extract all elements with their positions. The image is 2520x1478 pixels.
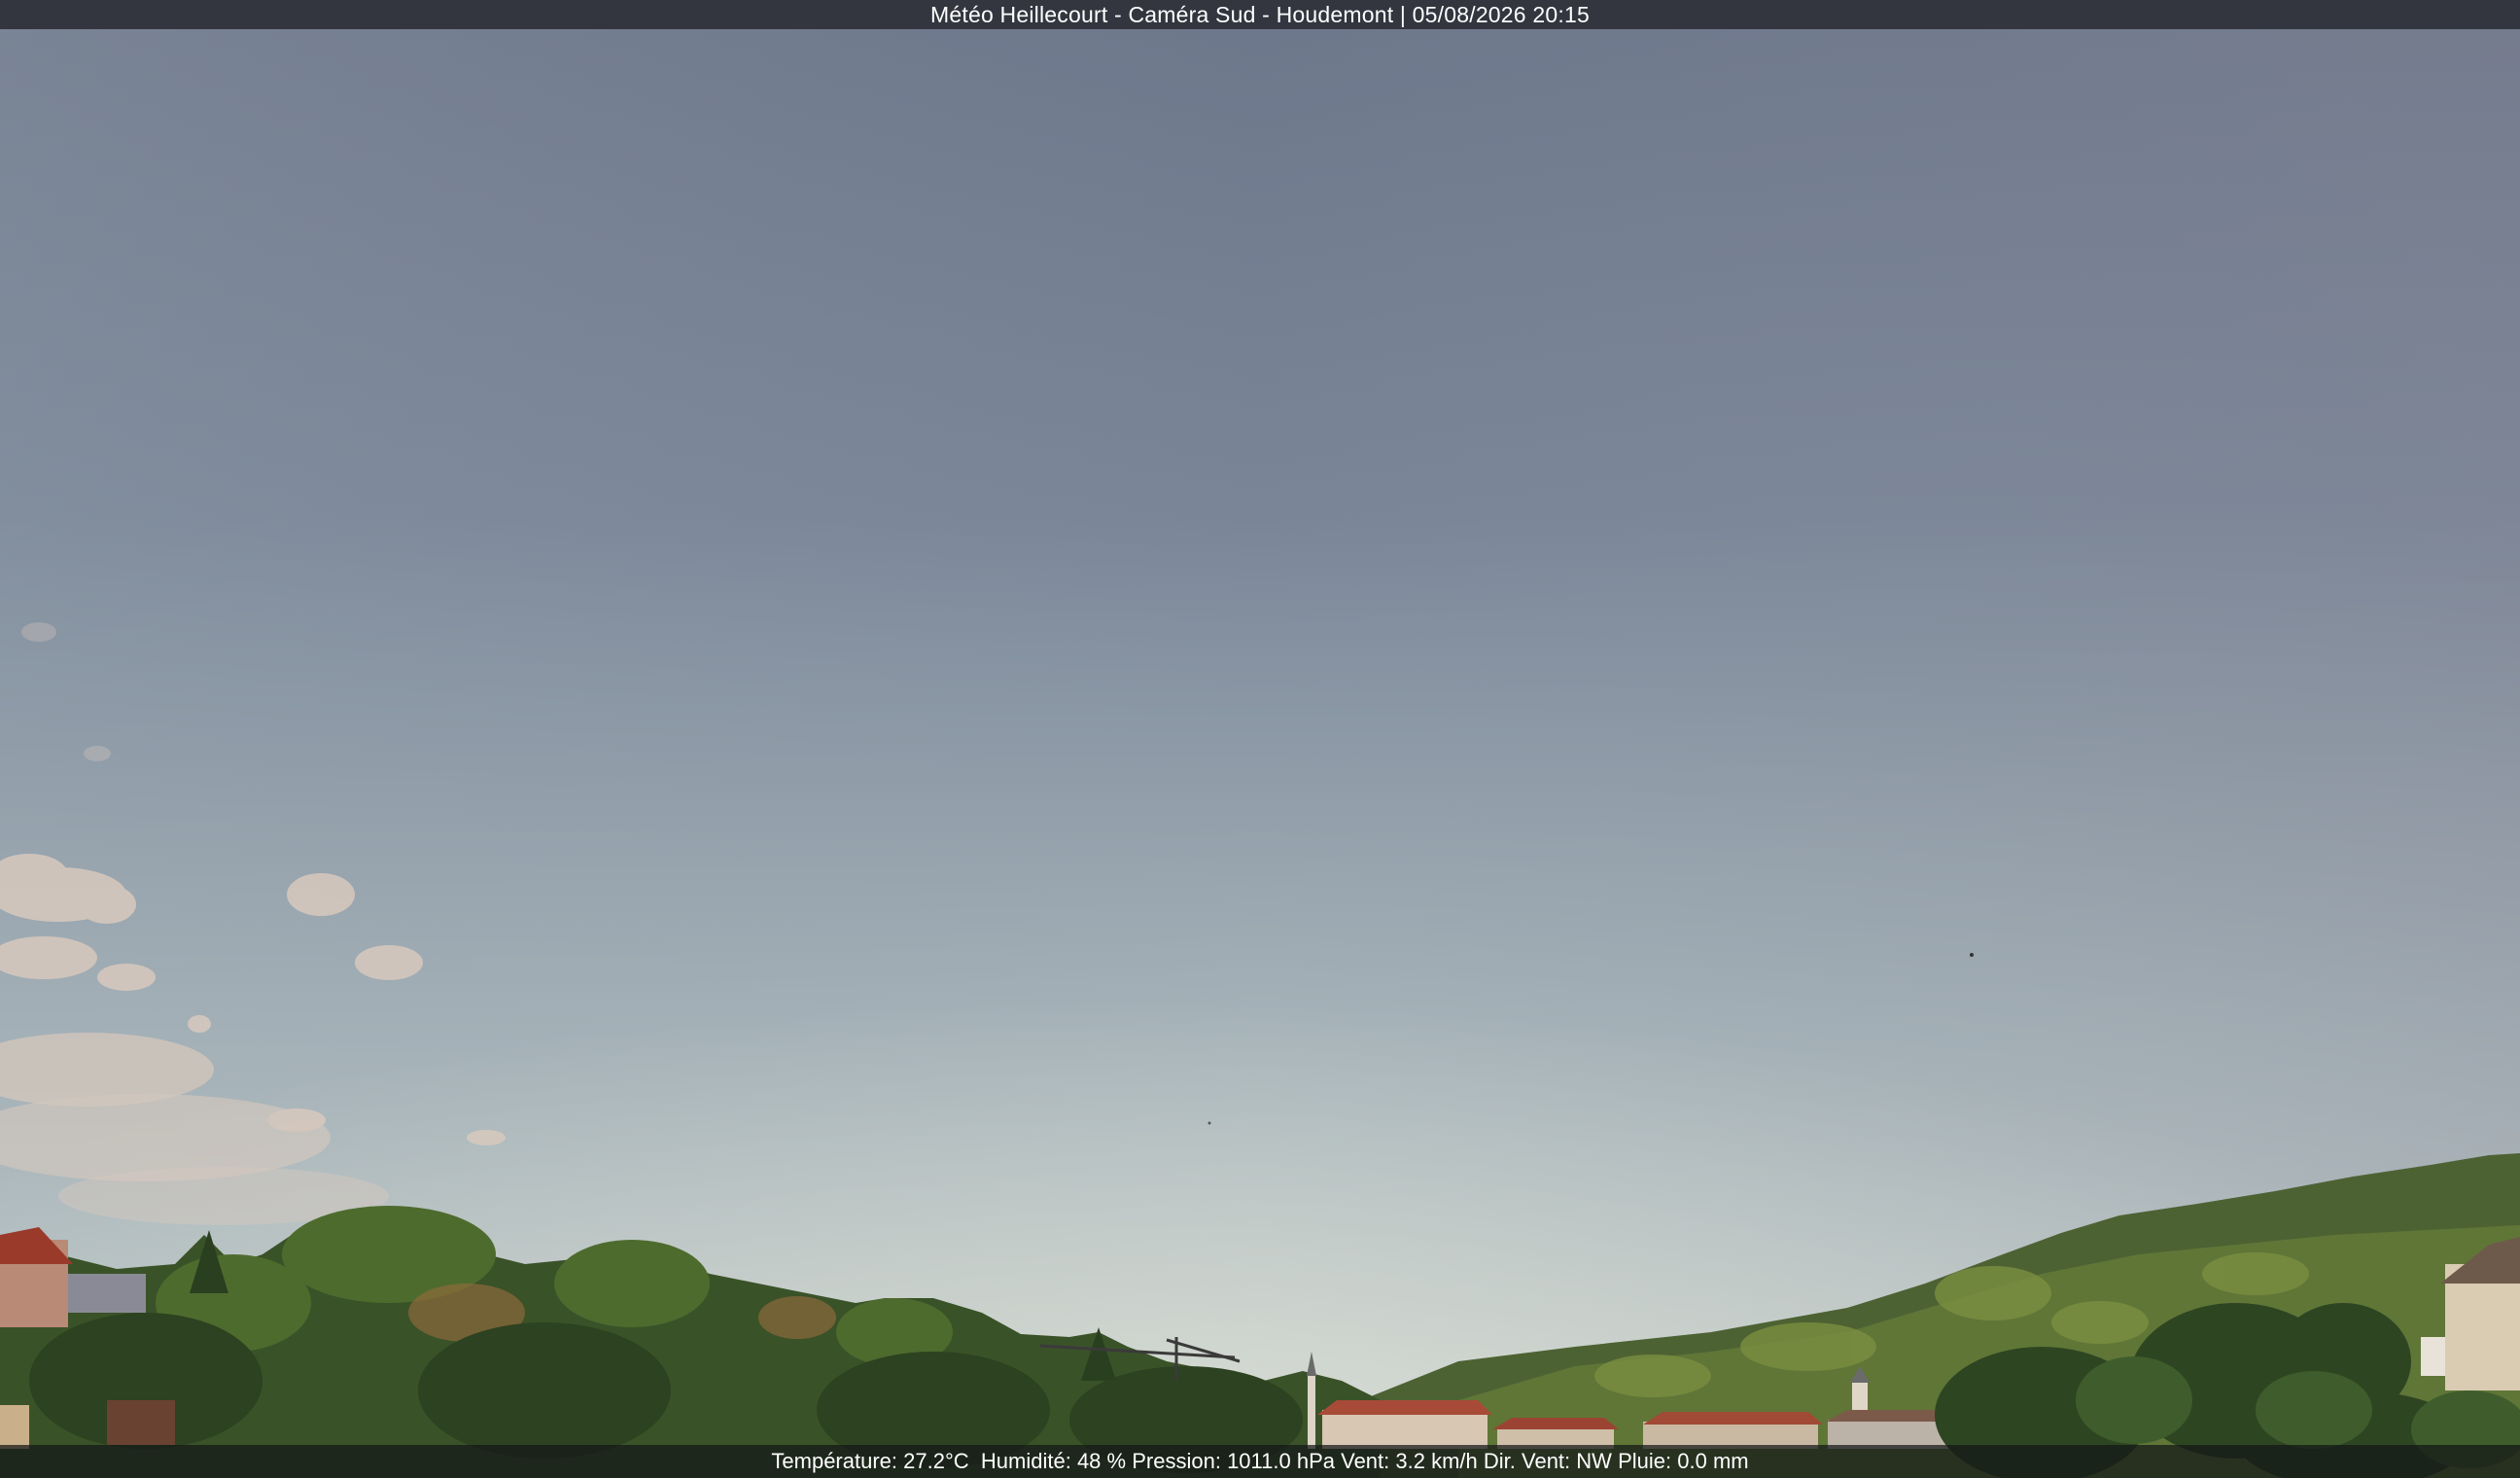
rain-value: 0.0 mm <box>1677 1449 1749 1473</box>
wind-label: Vent: <box>1341 1449 1390 1473</box>
wind-value: 3.2 km/h <box>1395 1449 1478 1473</box>
wind-dir-label: Dir. Vent: <box>1483 1449 1571 1473</box>
wind-dir-value: NW <box>1576 1449 1612 1473</box>
temperature-value: 27.2°C <box>903 1449 969 1473</box>
pressure-value: 1011.0 hPa <box>1227 1449 1335 1473</box>
camera-title-bar: Météo Heillecourt - Caméra Sud - Houdemo… <box>0 0 2520 29</box>
pressure-label: Pression: <box>1132 1449 1221 1473</box>
humidity-label: Humidité: <box>980 1449 1071 1473</box>
temperature-label: Température: <box>771 1449 898 1473</box>
camera-title: Météo Heillecourt - Caméra Sud - Houdemo… <box>930 1 1590 27</box>
humidity-value: 48 % <box>1076 1449 1127 1473</box>
rain-label: Pluie: <box>1618 1449 1672 1473</box>
weather-status-bar: Température: 27.2°C Humidité: 48 % Press… <box>0 1445 2520 1478</box>
webcam-image <box>0 0 2520 1478</box>
